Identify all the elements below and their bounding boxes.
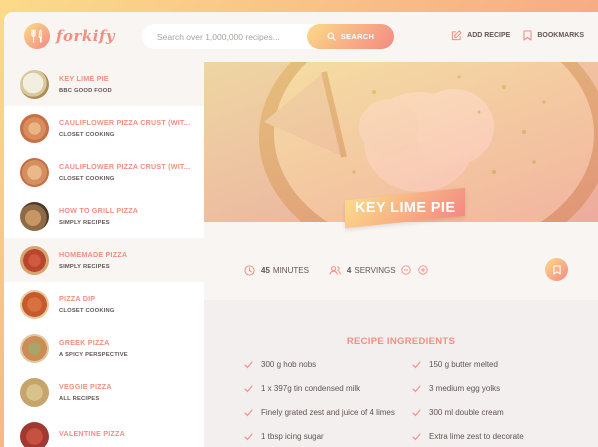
- minutes-label: MINUTES: [272, 265, 309, 275]
- result-title: GREEK PIZZA: [59, 338, 110, 347]
- servings: 4 SERVINGS: [329, 265, 434, 276]
- ingredient-text: 1 x 397g tin condensed milk: [261, 384, 361, 393]
- ingredient-item: 1 x 397g tin condensed milk: [244, 384, 360, 393]
- bookmark-icon: [523, 30, 532, 41]
- result-publisher: CLOSET COOKING: [59, 132, 115, 138]
- logo-text: forkify: [56, 27, 116, 45]
- result-item[interactable]: PIZZA DIP CLOSET COOKING: [4, 282, 204, 326]
- add-recipe-label: ADD RECIPE: [467, 32, 511, 39]
- search-results: KEY LIME PIE BBC GOOD FOOD CAULIFLOWER P…: [4, 62, 204, 447]
- ingredient-item: 300 ml double cream: [412, 408, 504, 417]
- servings-value: 4: [346, 265, 352, 275]
- search-button-label: SEARCH: [340, 32, 375, 41]
- recipe-thumbnail: [20, 377, 49, 407]
- result-title: VALENTINE PIZZA: [59, 429, 125, 438]
- app-container: forkify SEARCH ADD RECIPE: [4, 12, 598, 447]
- minutes-value: 45: [261, 265, 270, 275]
- result-item[interactable]: HOW TO GRILL PIZZA SIMPLY RECIPES: [4, 194, 204, 238]
- result-title: HOMEMADE PIZZA: [59, 250, 128, 259]
- ingredient-item: 300 g hob nobs: [244, 360, 316, 369]
- ingredient-item: 3 medium egg yolks: [412, 384, 500, 393]
- result-title: PIZZA DIP: [59, 294, 96, 303]
- check-icon: [412, 360, 421, 368]
- result-item[interactable]: CAULIFLOWER PIZZA CRUST (WIT... CLOSET C…: [4, 150, 204, 194]
- recipe-view: KEY LIME PIE 45 MINUTES 4 SERVINGS RECIP…: [204, 62, 598, 447]
- recipe-thumbnail: [20, 289, 49, 319]
- result-item[interactable]: HOMEMADE PIZZA SIMPLY RECIPES: [4, 238, 204, 282]
- search-input[interactable]: [157, 31, 307, 42]
- ingredient-item: 1 tbsp icing sugar: [244, 432, 324, 441]
- ingredient-text: Extra lime zest to decorate: [429, 432, 524, 441]
- result-title: KEY LIME PIE: [59, 74, 109, 83]
- ingredient-item: 150 g butter melted: [412, 360, 498, 369]
- recipe-thumbnail: [20, 113, 49, 143]
- add-recipe-button[interactable]: ADD RECIPE: [451, 30, 510, 41]
- clock-icon: [244, 264, 255, 276]
- recipe-thumbnail: [20, 333, 49, 363]
- recipe-thumbnail: [20, 157, 49, 187]
- logo[interactable]: forkify: [24, 23, 115, 49]
- result-item[interactable]: CAULIFLOWER PIZZA CRUST (WIT... CLOSET C…: [4, 106, 204, 150]
- ingredient-text: 150 g butter melted: [429, 360, 498, 369]
- bookmarks-label: BOOKMARKS: [537, 32, 584, 39]
- result-publisher: ALL RECIPES: [59, 396, 100, 402]
- ingredient-text: Finely grated zest and juice of 4 limes: [261, 408, 395, 417]
- result-publisher: CLOSET COOKING: [59, 176, 115, 182]
- recipe-ingredients: RECIPE INGREDIENTS 300 g hob nobs 150 g …: [204, 300, 598, 447]
- minus-circle-icon[interactable]: [400, 265, 411, 275]
- result-item[interactable]: GREEK PIZZA A SPICY PERSPECTIVE: [4, 326, 204, 370]
- ingredient-text: 300 g hob nobs: [261, 360, 317, 369]
- result-item[interactable]: VEGGIE PIZZA ALL RECIPES: [4, 370, 204, 414]
- result-publisher: BBC GOOD FOOD: [59, 88, 112, 94]
- check-icon: [244, 432, 253, 440]
- recipe-details: 45 MINUTES 4 SERVINGS: [204, 244, 598, 296]
- ingredient-item: Extra lime zest to decorate: [412, 432, 524, 441]
- nav: ADD RECIPE BOOKMARKS: [438, 30, 584, 41]
- recipe-thumbnail: [20, 245, 49, 275]
- recipe-thumbnail: [20, 201, 49, 231]
- result-title: CAULIFLOWER PIZZA CRUST (WIT...: [59, 162, 191, 171]
- search-form: SEARCH: [142, 24, 394, 49]
- users-icon: [329, 265, 341, 275]
- result-item[interactable]: KEY LIME PIE BBC GOOD FOOD: [4, 62, 204, 106]
- ingredients-heading: RECIPE INGREDIENTS: [346, 336, 456, 347]
- result-publisher: CLOSET COOKING: [59, 308, 115, 314]
- plus-circle-icon[interactable]: [417, 265, 428, 275]
- check-icon: [412, 408, 421, 416]
- bookmark-icon: [552, 264, 561, 275]
- recipe-title-text: KEY LIME PIE: [355, 200, 456, 216]
- ingredient-text: 1 tbsp icing sugar: [261, 432, 324, 441]
- header: forkify SEARCH ADD RECIPE: [4, 12, 598, 62]
- fork-knife-icon: [24, 23, 50, 49]
- result-item[interactable]: VALENTINE PIZZA: [4, 414, 204, 447]
- result-publisher: A SPICY PERSPECTIVE: [59, 352, 128, 358]
- result-title: VEGGIE PIZZA: [59, 382, 112, 391]
- edit-icon: [452, 30, 462, 41]
- search-button[interactable]: SEARCH: [307, 24, 394, 49]
- cooking-time: 45 MINUTES: [244, 264, 309, 276]
- servings-label: SERVINGS: [354, 265, 396, 275]
- result-publisher: SIMPLY RECIPES: [59, 264, 110, 270]
- result-publisher: SIMPLY RECIPES: [59, 220, 110, 226]
- check-icon: [244, 360, 253, 368]
- check-icon: [244, 384, 253, 392]
- check-icon: [244, 408, 253, 416]
- result-title: HOW TO GRILL PIZZA: [59, 206, 139, 215]
- bookmark-button[interactable]: [545, 258, 568, 281]
- bookmarks-button[interactable]: BOOKMARKS: [523, 30, 584, 41]
- ingredient-text: 300 ml double cream: [429, 408, 504, 417]
- check-icon: [412, 384, 421, 392]
- recipe-thumbnail: [20, 421, 49, 447]
- check-icon: [412, 432, 421, 440]
- ingredient-text: 3 medium egg yolks: [429, 384, 501, 393]
- ingredient-item: Finely grated zest and juice of 4 limes: [244, 408, 395, 417]
- result-title: CAULIFLOWER PIZZA CRUST (WIT...: [59, 118, 191, 127]
- recipe-thumbnail: [20, 69, 49, 99]
- search-icon: [327, 32, 336, 41]
